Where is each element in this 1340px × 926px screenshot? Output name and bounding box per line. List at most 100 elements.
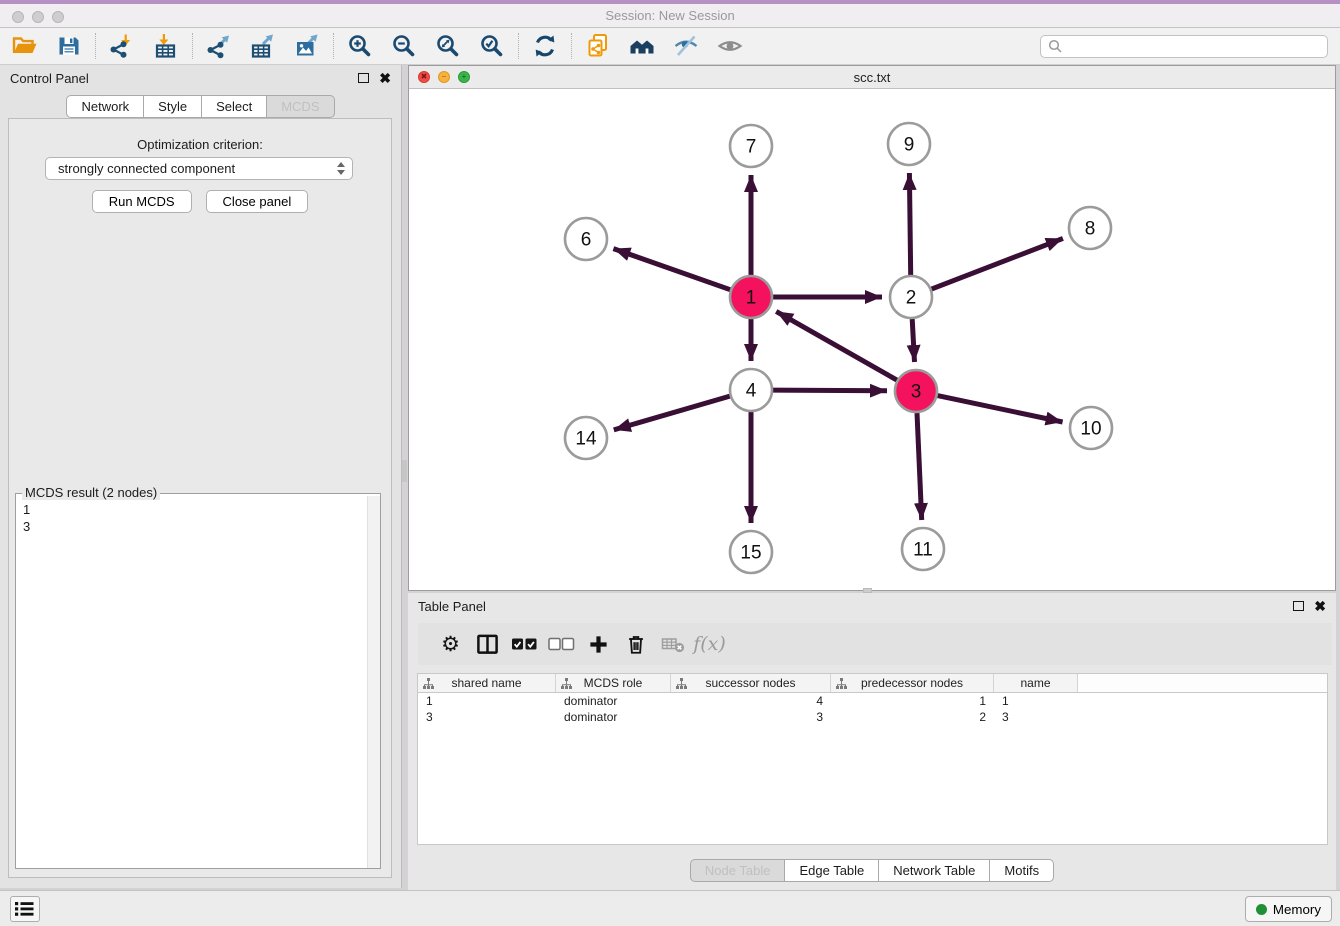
graph-node-14[interactable]: 14	[565, 417, 607, 459]
table-toolbar: ⚙	[418, 623, 1332, 665]
graph-edge-2-8[interactable]	[932, 238, 1063, 289]
graph-node-3[interactable]: 3	[895, 370, 937, 412]
close-panel-icon[interactable]: ✖	[379, 71, 391, 85]
export-image-button[interactable]	[290, 30, 324, 62]
memory-button[interactable]: Memory	[1245, 896, 1332, 922]
column-tree-icon	[423, 678, 434, 689]
import-table-button[interactable]	[149, 30, 183, 62]
tab-network[interactable]: Network	[66, 95, 144, 118]
table-options-button[interactable]: ⚙	[432, 626, 469, 662]
mcds-result-text: 1 3	[16, 496, 366, 868]
table-panel: Table Panel ✖ ⚙	[408, 593, 1336, 890]
import-network-button[interactable]	[105, 30, 139, 62]
column-header-predecessor-nodes[interactable]: predecessor nodes	[831, 674, 994, 692]
close-panel-button[interactable]: Close panel	[206, 190, 309, 213]
graph-edge-3-11[interactable]	[917, 413, 922, 520]
tab-style[interactable]: Style	[143, 95, 202, 118]
memory-label: Memory	[1273, 902, 1321, 917]
network-canvas[interactable]: 7 9 6 8 1 2 4 3 14 10 15 11	[409, 89, 1335, 590]
graph-edge-4-3[interactable]	[773, 390, 887, 391]
column-header-label: MCDS role	[584, 676, 643, 690]
tab-mcds[interactable]: MCDS	[266, 95, 334, 118]
graph-node-label: 15	[740, 543, 761, 564]
open-session-button[interactable]	[8, 30, 42, 62]
tab-edge-table[interactable]: Edge Table	[784, 859, 879, 882]
table-row[interactable]: 1dominator411	[418, 693, 1327, 709]
duplicate-network-button[interactable]	[581, 30, 615, 62]
network-window-titlebar[interactable]: ✖ − + scc.txt	[409, 66, 1335, 89]
table-cell: 2	[831, 709, 994, 725]
show-panels-button[interactable]	[10, 896, 40, 922]
tab-node-table[interactable]: Node Table	[690, 859, 786, 882]
add-column-button[interactable]	[580, 626, 617, 662]
select-all-columns-button[interactable]	[506, 626, 543, 662]
table-cell: 1	[418, 693, 556, 709]
apply-layout-button[interactable]	[528, 30, 562, 62]
save-session-button[interactable]	[52, 30, 86, 62]
delete-table-icon	[661, 633, 685, 655]
graph-edge-1-6[interactable]	[613, 249, 730, 290]
graph-node-label: 1	[746, 288, 757, 309]
graph-node-2[interactable]: 2	[890, 276, 932, 318]
show-all-button[interactable]	[713, 30, 747, 62]
zoom-fit-button[interactable]	[431, 30, 465, 62]
graph-node-10[interactable]: 10	[1070, 407, 1112, 449]
table-cell: dominator	[556, 693, 671, 709]
graph-edge-4-14[interactable]	[614, 396, 730, 430]
column-header-MCDS-role[interactable]: MCDS role	[556, 674, 671, 692]
first-neighbors-button[interactable]	[625, 30, 659, 62]
criterion-dropdown[interactable]: strongly connected component	[45, 157, 353, 180]
table-row[interactable]: 3dominator323	[418, 709, 1327, 725]
graph-edge-2-3[interactable]	[912, 319, 914, 362]
column-header-name[interactable]: name	[994, 674, 1078, 692]
column-header-label: successor nodes	[705, 676, 795, 690]
tab-select[interactable]: Select	[201, 95, 267, 118]
tab-motifs[interactable]: Motifs	[989, 859, 1054, 882]
export-network-icon	[206, 33, 232, 59]
graph-node-7[interactable]: 7	[730, 125, 772, 167]
zoom-out-button[interactable]	[387, 30, 421, 62]
checked-checkboxes-icon	[511, 637, 538, 651]
search-input[interactable]	[1062, 37, 1327, 56]
close-table-panel-icon[interactable]: ✖	[1314, 599, 1326, 613]
column-header-shared-name[interactable]: shared name	[418, 674, 556, 692]
graph-node-9[interactable]: 9	[888, 123, 930, 165]
delete-table-button[interactable]	[654, 626, 691, 662]
result-scrollbar[interactable]	[367, 496, 380, 868]
graph-node-1[interactable]: 1	[730, 276, 772, 318]
split-view-button[interactable]	[469, 626, 506, 662]
graph-node-4[interactable]: 4	[730, 369, 772, 411]
graph-node-label: 8	[1085, 219, 1096, 240]
tab-network-table[interactable]: Network Table	[878, 859, 990, 882]
control-panel: Control Panel ✖ NetworkStyleSelectMCDS O…	[0, 65, 402, 888]
hide-selected-button[interactable]	[669, 30, 703, 62]
graph-edge-2-9[interactable]	[909, 173, 910, 275]
graph-node-label: 7	[746, 137, 757, 158]
graph-node-label: 10	[1080, 419, 1101, 440]
optimization-criterion-label: Optimization criterion:	[9, 137, 391, 152]
float-panel-icon[interactable]	[358, 73, 369, 83]
graph-edge-3-10[interactable]	[938, 396, 1063, 422]
float-table-panel-icon[interactable]	[1293, 601, 1304, 611]
dropdown-stepper-icon	[336, 161, 346, 176]
graph-node-15[interactable]: 15	[730, 531, 772, 573]
export-table-button[interactable]	[246, 30, 280, 62]
zoom-in-button[interactable]	[343, 30, 377, 62]
graph-edge-3-1[interactable]	[776, 311, 897, 380]
zoom-fit-icon	[435, 33, 461, 59]
table-cell: 4	[671, 693, 831, 709]
graph-node-11[interactable]: 11	[902, 528, 944, 570]
search-icon	[1048, 39, 1062, 53]
unselect-all-columns-button[interactable]	[543, 626, 580, 662]
run-mcds-button[interactable]: Run MCDS	[92, 190, 192, 213]
application-window: Session: New Session	[0, 0, 1340, 926]
zoom-selected-button[interactable]	[475, 30, 509, 62]
delete-column-button[interactable]	[617, 626, 654, 662]
vertical-splitter-handle[interactable]	[402, 460, 407, 482]
export-network-button[interactable]	[202, 30, 236, 62]
function-builder-button[interactable]: f(x)	[691, 626, 728, 662]
graph-node-6[interactable]: 6	[565, 218, 607, 260]
search-box[interactable]	[1040, 35, 1328, 58]
graph-node-8[interactable]: 8	[1069, 207, 1111, 249]
column-header-successor-nodes[interactable]: successor nodes	[671, 674, 831, 692]
